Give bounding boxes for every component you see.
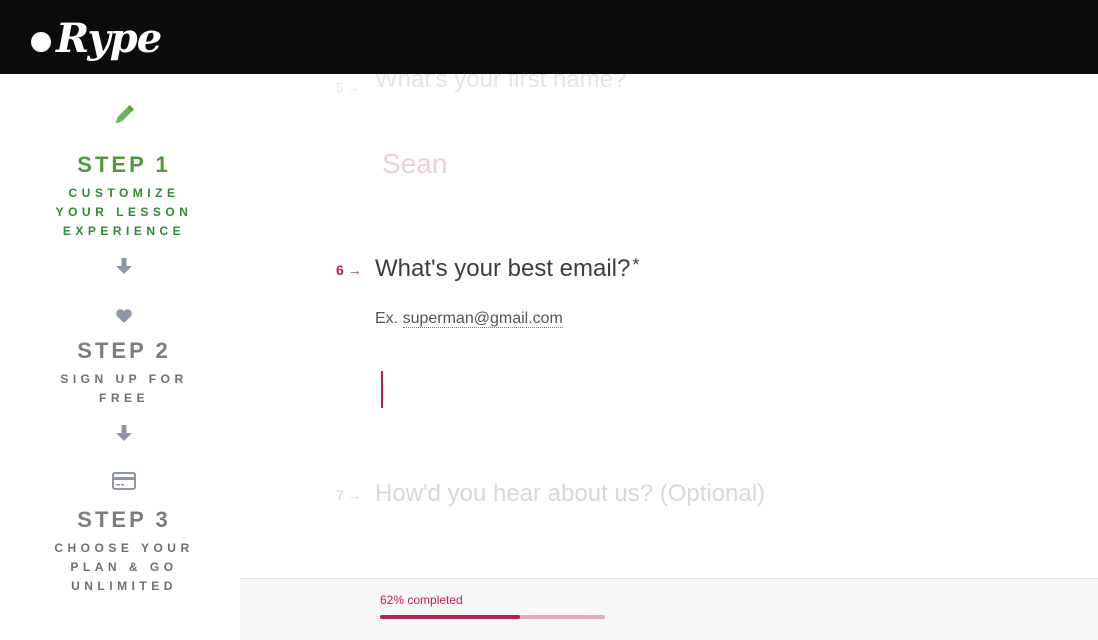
form-area: 5 → What's your first name? Sean 6 → Wha…	[240, 74, 1098, 578]
step-2-subtitle-line: FREE	[98, 391, 149, 405]
question-5-number: 5 →	[336, 80, 360, 95]
hint-prefix: Ex.	[375, 310, 399, 327]
first-name-answer[interactable]: Sean	[382, 148, 447, 180]
arrow-right-icon: →	[346, 80, 360, 95]
top-bar: Rype	[0, 0, 1098, 74]
hint-example-email[interactable]: superman@gmail.com	[402, 310, 563, 328]
step-1-subtitle-line: YOUR LESSON	[55, 205, 193, 219]
heart-icon	[116, 309, 132, 323]
progress-label: 62% completed	[380, 593, 463, 607]
step-1: STEP 1 CUSTOMIZE YOUR LESSON EXPERIENCE	[0, 102, 248, 241]
step-1-subtitle-line: EXPERIENCE	[62, 224, 186, 238]
question-6-text: What's your best email? *	[375, 255, 639, 283]
question-7-text[interactable]: How'd you hear about us? (Optional)	[375, 480, 765, 508]
progress-track	[380, 615, 605, 619]
step-1-subtitle: CUSTOMIZE YOUR LESSON EXPERIENCE	[0, 184, 248, 241]
arrow-right-icon: →	[347, 262, 362, 278]
step-3-subtitle-line: CHOOSE YOUR	[54, 541, 194, 555]
question-number: 7	[336, 487, 344, 503]
step-3-subtitle-line: UNLIMITED	[71, 579, 177, 593]
progress-fill	[380, 615, 520, 619]
email-input-caret[interactable]	[381, 371, 383, 408]
progress-footer: 62% completed	[240, 578, 1098, 640]
step-3-subtitle: CHOOSE YOUR PLAN & GO UNLIMITED	[0, 539, 248, 596]
step-3-title: STEP 3	[77, 507, 171, 532]
tomato-icon	[31, 32, 51, 52]
question-number: 6	[336, 262, 344, 278]
arrow-down-icon	[116, 425, 132, 441]
logo-text: Rype	[56, 14, 162, 62]
steps-sidebar: STEP 1 CUSTOMIZE YOUR LESSON EXPERIENCE …	[0, 74, 240, 640]
question-6-number: 6 →	[336, 262, 362, 278]
arrow-down-icon	[116, 258, 132, 274]
email-hint: Ex. superman@gmail.com	[375, 310, 563, 328]
step-3-subtitle-line: PLAN & GO	[70, 560, 178, 574]
logo[interactable]: Rype	[28, 10, 162, 66]
step-2-subtitle-line: SIGN UP FOR	[60, 372, 188, 386]
step-2-subtitle: SIGN UP FOR FREE	[0, 370, 248, 408]
question-5-text[interactable]: What's your first name?	[375, 74, 626, 94]
question-7-number: 7 →	[336, 487, 362, 503]
arrow-right-icon: →	[347, 487, 362, 503]
step-1-subtitle-line: CUSTOMIZE	[68, 186, 180, 200]
step-2-title: STEP 2	[77, 338, 171, 363]
question-number: 5	[336, 80, 344, 95]
step-3: STEP 3 CHOOSE YOUR PLAN & GO UNLIMITED	[0, 471, 248, 596]
step-2: STEP 2 SIGN UP FOR FREE	[0, 308, 248, 408]
step-1-title: STEP 1	[77, 152, 171, 177]
required-mark: *	[632, 255, 640, 275]
pencil-icon	[115, 105, 134, 124]
credit-card-icon	[112, 472, 136, 490]
question-6-label: What's your best email?	[375, 255, 631, 282]
